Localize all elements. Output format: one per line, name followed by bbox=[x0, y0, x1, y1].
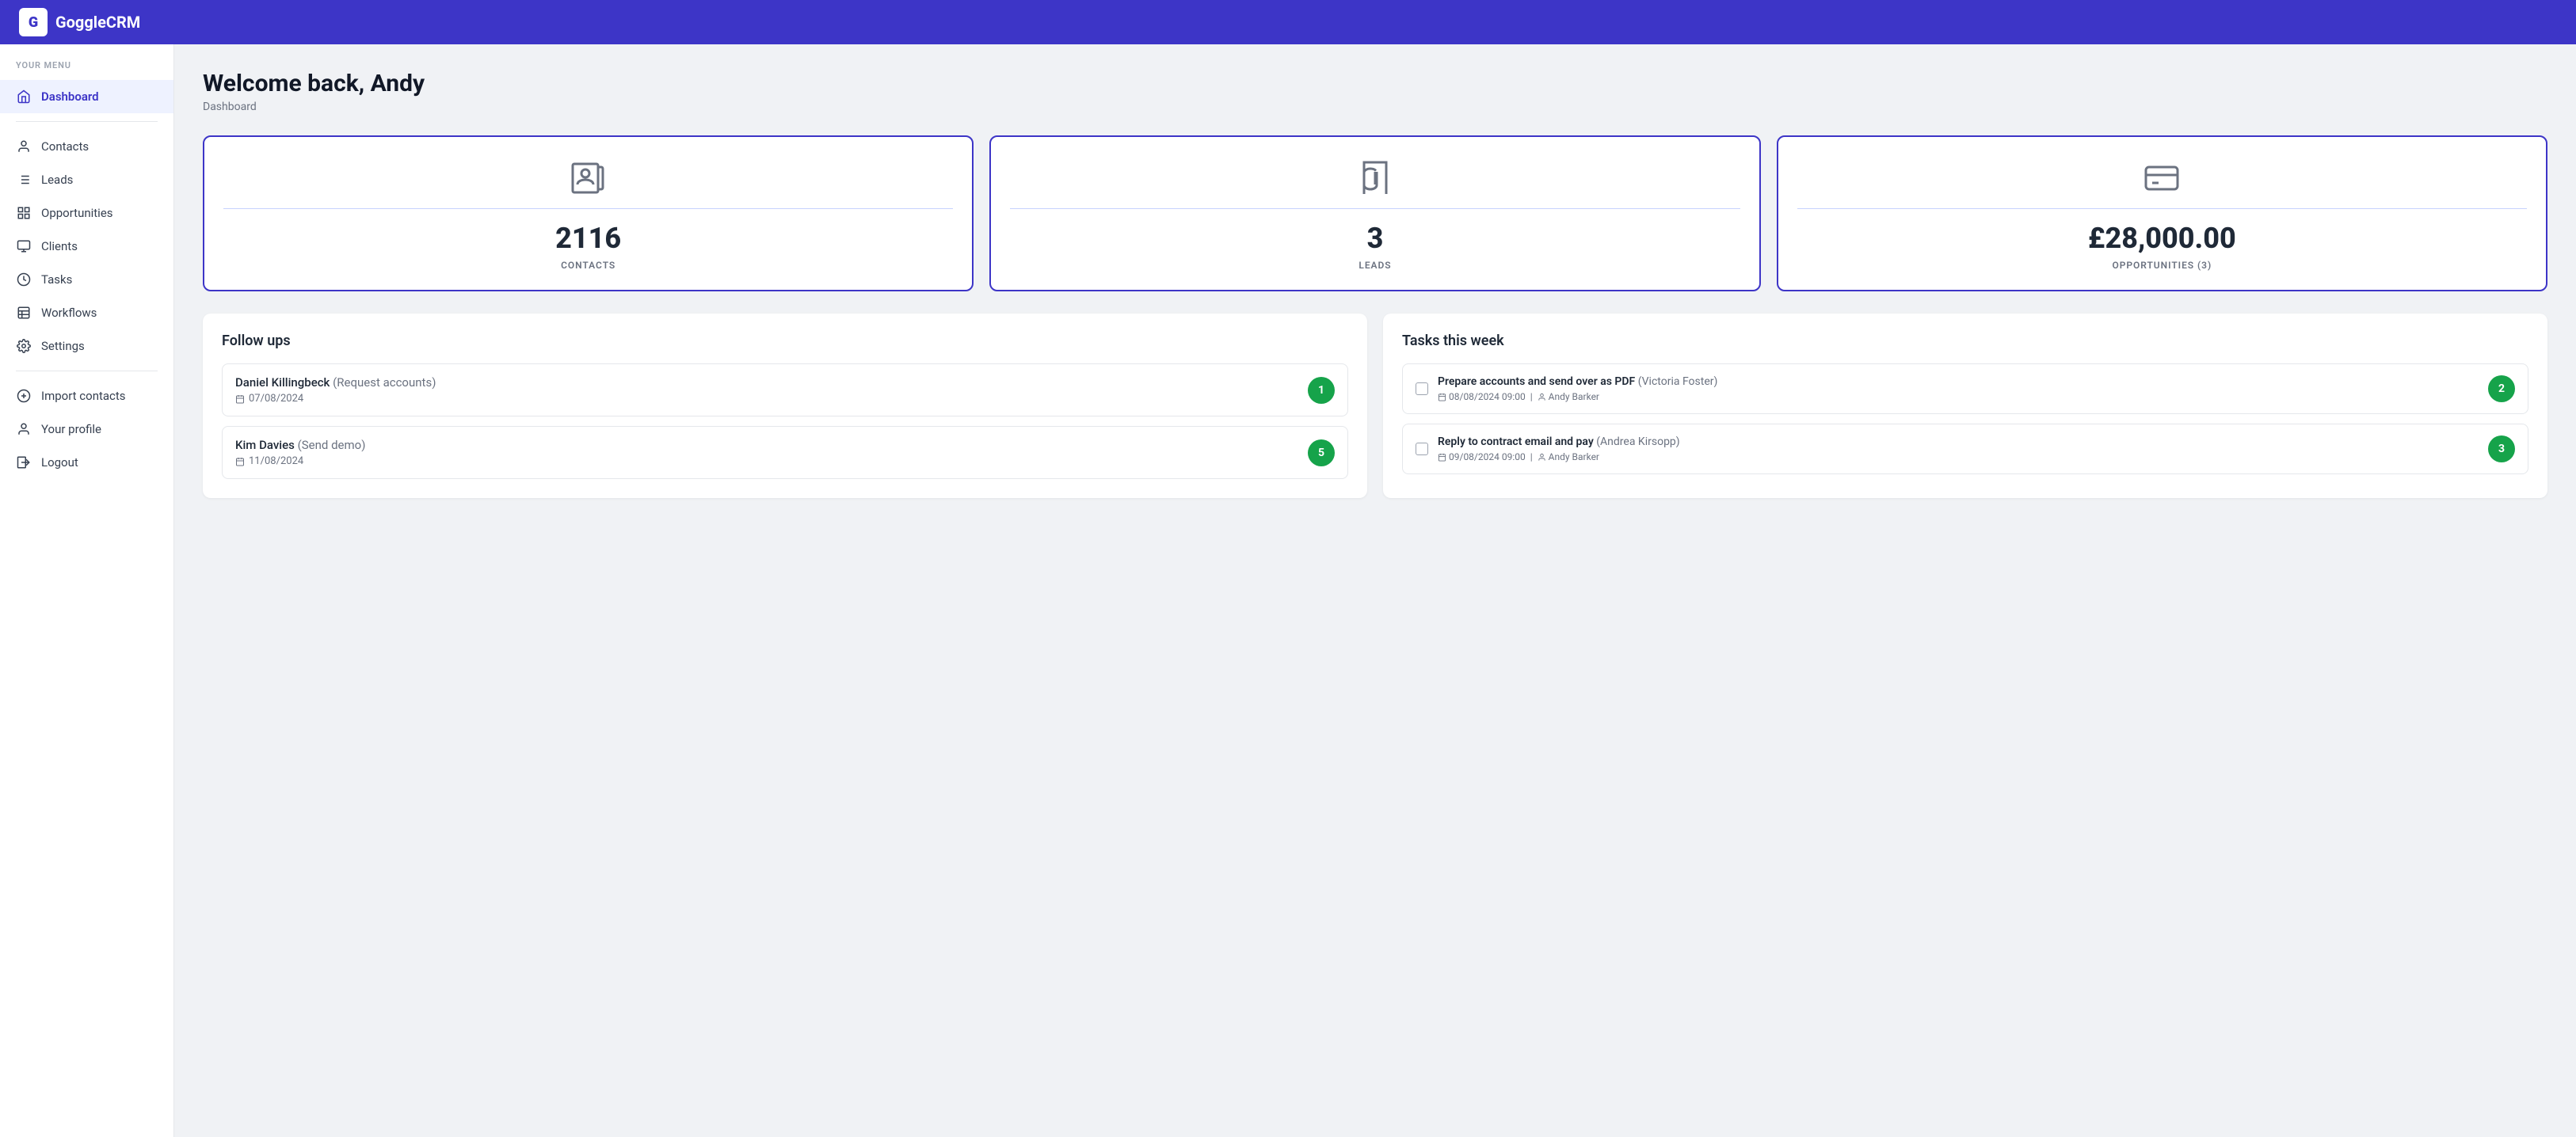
sidebar-item-dashboard[interactable]: Dashboard bbox=[0, 80, 173, 113]
leads-icon bbox=[16, 172, 32, 188]
contacts-value: 2116 bbox=[555, 222, 621, 255]
logout-icon bbox=[16, 454, 32, 470]
followups-panel: Follow ups Daniel Killingbeck (Request a… bbox=[203, 314, 1367, 498]
opportunities-label: OPPORTUNITIES (3) bbox=[2112, 260, 2212, 271]
tasks-title: Tasks this week bbox=[1402, 333, 2528, 349]
task-meta-1: 08/08/2024 09:00 | Andy Barker bbox=[1438, 391, 2479, 402]
workflows-icon bbox=[16, 305, 32, 321]
stat-card-divider-2 bbox=[1010, 208, 1740, 209]
followup-name-2: Kim Davies (Send demo) bbox=[235, 438, 1298, 452]
followup-info-1: Daniel Killingbeck (Request accounts) 07… bbox=[235, 375, 1298, 405]
sidebar-item-opportunities[interactable]: Opportunities bbox=[0, 196, 173, 230]
followup-name-1: Daniel Killingbeck (Request accounts) bbox=[235, 375, 1298, 390]
sidebar-item-leads[interactable]: Leads bbox=[0, 163, 173, 196]
breadcrumb: Dashboard bbox=[203, 101, 2547, 113]
logo-icon: G bbox=[19, 8, 48, 36]
opportunities-stat-icon bbox=[2143, 159, 2181, 197]
task-checkbox-2[interactable] bbox=[1416, 443, 1428, 455]
tasks-panel: Tasks this week Prepare accounts and sen… bbox=[1383, 314, 2547, 498]
sidebar-label-dashboard: Dashboard bbox=[41, 89, 99, 104]
stat-card-leads[interactable]: 3 LEADS bbox=[989, 135, 1760, 291]
task-name-2: Reply to contract email and pay (Andrea … bbox=[1438, 435, 2479, 448]
clients-icon bbox=[16, 238, 32, 254]
sidebar-item-workflows[interactable]: Workflows bbox=[0, 296, 173, 329]
logo[interactable]: G GoggleCRM bbox=[19, 8, 140, 36]
sidebar-label-logout: Logout bbox=[41, 455, 78, 470]
contacts-label: CONTACTS bbox=[561, 260, 615, 271]
leads-stat-icon bbox=[1356, 159, 1394, 197]
page-title: Welcome back, Andy bbox=[203, 70, 2547, 97]
top-header: G GoggleCRM bbox=[0, 0, 2576, 44]
sidebar-divider-1 bbox=[16, 121, 158, 122]
sidebar-item-contacts[interactable]: Contacts bbox=[0, 130, 173, 163]
followup-date-2: 11/08/2024 bbox=[235, 455, 1298, 467]
task-meta-2: 09/08/2024 09:00 | Andy Barker bbox=[1438, 451, 2479, 462]
followup-badge-1: 1 bbox=[1308, 377, 1335, 404]
tasks-icon bbox=[16, 272, 32, 287]
sidebar-label-your-profile: Your profile bbox=[41, 422, 101, 436]
bottom-panels: Follow ups Daniel Killingbeck (Request a… bbox=[203, 314, 2547, 498]
leads-value: 3 bbox=[1367, 222, 1384, 255]
sidebar-section-label: YOUR MENU bbox=[0, 60, 173, 80]
app-name: GoggleCRM bbox=[55, 13, 140, 32]
sidebar-item-logout[interactable]: Logout bbox=[0, 446, 173, 479]
sidebar-label-workflows: Workflows bbox=[41, 306, 97, 320]
sidebar-label-leads: Leads bbox=[41, 173, 73, 187]
sidebar-item-settings[interactable]: Settings bbox=[0, 329, 173, 363]
sidebar-item-your-profile[interactable]: Your profile bbox=[0, 413, 173, 446]
followups-title: Follow ups bbox=[222, 333, 1348, 349]
opportunities-icon bbox=[16, 205, 32, 221]
stat-card-divider bbox=[223, 208, 953, 209]
sidebar-label-tasks: Tasks bbox=[41, 272, 72, 287]
task-info-2: Reply to contract email and pay (Andrea … bbox=[1438, 435, 2479, 462]
sidebar: YOUR MENU Dashboard Contacts bbox=[0, 44, 174, 1137]
sidebar-label-settings: Settings bbox=[41, 339, 85, 353]
task-item-1[interactable]: Prepare accounts and send over as PDF (V… bbox=[1402, 363, 2528, 414]
sidebar-label-opportunities: Opportunities bbox=[41, 206, 113, 220]
task-info-1: Prepare accounts and send over as PDF (V… bbox=[1438, 375, 2479, 402]
followup-badge-2: 5 bbox=[1308, 439, 1335, 466]
stat-cards: 2116 CONTACTS 3 LEADS bbox=[203, 135, 2547, 291]
task-checkbox-1[interactable] bbox=[1416, 382, 1428, 395]
contacts-stat-icon bbox=[570, 159, 608, 197]
import-contacts-icon bbox=[16, 388, 32, 404]
dashboard-icon bbox=[16, 89, 32, 105]
sidebar-item-import-contacts[interactable]: Import contacts bbox=[0, 379, 173, 413]
stat-card-opportunities[interactable]: £28,000.00 OPPORTUNITIES (3) bbox=[1777, 135, 2547, 291]
leads-label: LEADS bbox=[1358, 260, 1391, 271]
followup-info-2: Kim Davies (Send demo) 11/08/2024 bbox=[235, 438, 1298, 467]
task-name-1: Prepare accounts and send over as PDF (V… bbox=[1438, 375, 2479, 388]
task-badge-1: 2 bbox=[2488, 375, 2515, 402]
task-badge-2: 3 bbox=[2488, 435, 2515, 462]
stat-card-contacts[interactable]: 2116 CONTACTS bbox=[203, 135, 974, 291]
stat-card-divider-3 bbox=[1797, 208, 2527, 209]
sidebar-label-contacts: Contacts bbox=[41, 139, 89, 154]
sidebar-label-import-contacts: Import contacts bbox=[41, 389, 126, 403]
followup-item-1[interactable]: Daniel Killingbeck (Request accounts) 07… bbox=[222, 363, 1348, 416]
sidebar-item-tasks[interactable]: Tasks bbox=[0, 263, 173, 296]
task-item-2[interactable]: Reply to contract email and pay (Andrea … bbox=[1402, 424, 2528, 474]
sidebar-item-clients[interactable]: Clients bbox=[0, 230, 173, 263]
profile-icon bbox=[16, 421, 32, 437]
followup-item-2[interactable]: Kim Davies (Send demo) 11/08/2024 5 bbox=[222, 426, 1348, 479]
opportunities-value: £28,000.00 bbox=[2088, 222, 2236, 255]
main-content: Welcome back, Andy Dashboard 2116 CONTAC… bbox=[174, 44, 2576, 1137]
followup-date-1: 07/08/2024 bbox=[235, 393, 1298, 405]
settings-icon bbox=[16, 338, 32, 354]
contacts-icon bbox=[16, 139, 32, 154]
sidebar-label-clients: Clients bbox=[41, 239, 78, 253]
